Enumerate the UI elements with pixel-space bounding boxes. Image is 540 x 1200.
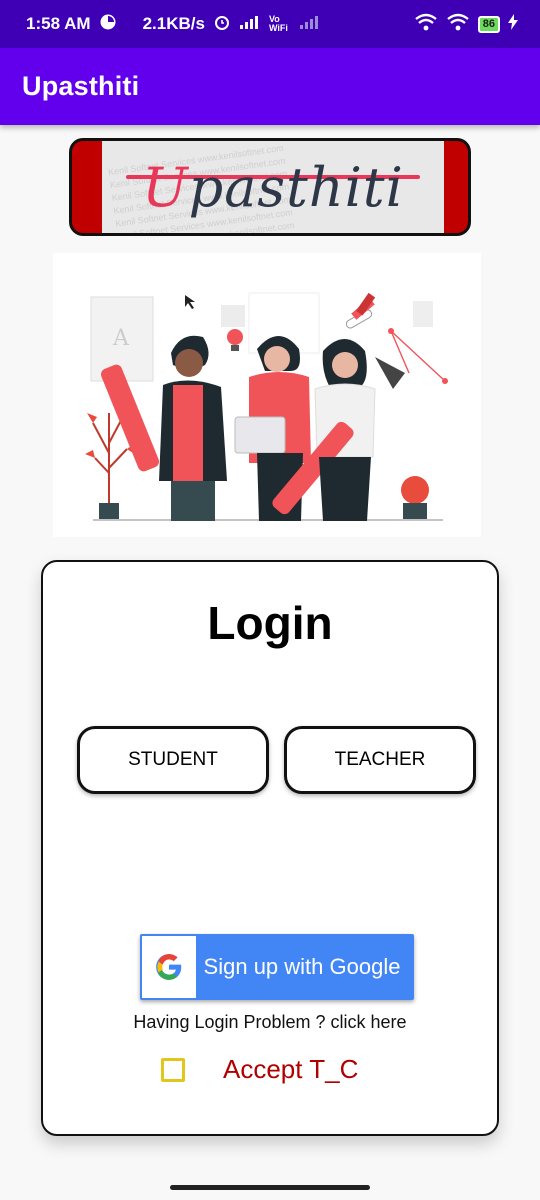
status-time: 1:58 AM — [26, 14, 91, 33]
battery-icon: 86 — [477, 15, 500, 33]
login-card: Login STUDENT TEACHER Sign up with Googl… — [41, 560, 499, 1136]
volte-label: Vo WiFi — [268, 14, 288, 33]
logo-banner: Kenil Softnet Services www.kenilsoftnet.… — [69, 138, 471, 236]
wifi-icon — [414, 13, 438, 36]
logo-text: Upasthiti — [142, 155, 404, 219]
clock-icon — [99, 13, 117, 36]
google-signup-button[interactable]: Sign up with Google — [140, 934, 414, 1000]
svg-text:A: A — [112, 326, 130, 351]
hero-illustration: A — [53, 253, 481, 537]
net-speed: 2.1KB/s — [142, 14, 205, 33]
student-button[interactable]: STUDENT — [77, 726, 269, 794]
charging-icon — [508, 13, 518, 35]
app-bar: Upasthiti — [0, 48, 540, 125]
accept-tc-checkbox[interactable] — [161, 1057, 185, 1082]
login-title: Login — [207, 597, 333, 649]
signal-icon-2 — [299, 14, 321, 35]
wifi-icon-2 — [446, 13, 470, 36]
google-icon — [142, 936, 196, 998]
app-title: Upasthiti — [22, 71, 140, 101]
status-bar: 1:58 AM 2.1KB/s Vo WiFi 86 — [0, 0, 540, 48]
accept-tc-label[interactable]: Accept T_C — [223, 1054, 358, 1085]
alarm-icon — [213, 13, 231, 36]
signal-icon — [239, 14, 261, 35]
accept-tc-row: Accept T_C — [161, 1054, 358, 1085]
teacher-button[interactable]: TEACHER — [284, 726, 476, 794]
google-signup-label: Sign up with Google — [203, 954, 401, 979]
gesture-nav-handle[interactable] — [170, 1185, 370, 1190]
login-help-link[interactable]: Having Login Problem ? click here — [43, 1012, 497, 1033]
